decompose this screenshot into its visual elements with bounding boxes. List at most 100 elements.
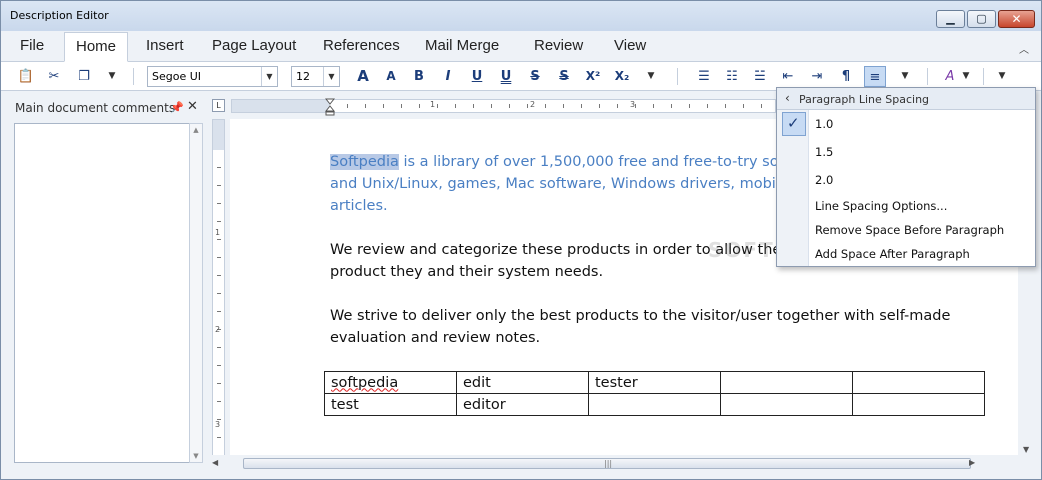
shrink-font-icon[interactable]: A — [380, 66, 402, 87]
vertical-ruler[interactable]: 1 2 3 — [212, 119, 225, 464]
ruler-number: 1 — [430, 100, 436, 109]
comments-list[interactable] — [14, 123, 194, 463]
styles-icon[interactable]: A — [939, 66, 961, 87]
chevron-down-icon[interactable]: ▼ — [323, 67, 339, 86]
superscript-button[interactable]: X² — [582, 66, 604, 87]
table-cell[interactable]: tester — [588, 371, 721, 394]
ruler-number: 3 — [630, 100, 636, 109]
line-spacing-button[interactable]: ≡ — [864, 66, 886, 87]
table-cell[interactable] — [588, 393, 721, 416]
separator — [677, 68, 678, 85]
selected-text[interactable]: Softpedia — [330, 154, 399, 170]
table-cell[interactable]: test — [324, 393, 457, 416]
bullets-icon[interactable]: ☰ — [693, 66, 715, 87]
ruler-ticks — [330, 100, 775, 112]
menu-item-add-space-after[interactable]: Add Space After Paragraph — [815, 247, 970, 261]
tab-mail-merge[interactable]: Mail Merge — [414, 32, 510, 62]
selected-indicator: ✓ — [782, 112, 806, 136]
paragraph-dropdown-icon[interactable]: ▼ — [898, 66, 912, 87]
maximize-icon: ▢ — [976, 12, 987, 25]
comments-scrollbar[interactable]: ▲ ▼ — [189, 123, 203, 463]
toolbar-overflow-icon[interactable]: ▼ — [995, 66, 1009, 87]
table-cell[interactable] — [720, 371, 853, 394]
scrollbar-thumb[interactable]: ||| — [243, 458, 971, 469]
tab-references[interactable]: References — [312, 32, 411, 62]
comments-pane-title: Main document comments — [15, 101, 176, 115]
table-cell[interactable]: softpedia — [324, 371, 457, 394]
horizontal-scrollbar[interactable]: ◀ ||| ▶ — [209, 455, 1019, 472]
scroll-right-icon[interactable]: ▶ — [969, 458, 975, 467]
ruler-number: 2 — [215, 325, 221, 334]
clipboard-dropdown-icon[interactable]: ▼ — [105, 66, 119, 87]
document-table[interactable]: softpedia edit tester test editor — [324, 371, 985, 416]
bold-button[interactable]: B — [408, 66, 430, 87]
styles-dropdown-icon[interactable]: ▼ — [959, 66, 973, 87]
font-name-combo[interactable]: Segoe UI ▼ — [147, 66, 278, 87]
numbering-icon[interactable]: ☷ — [721, 66, 743, 87]
table-cell[interactable]: editor — [456, 393, 589, 416]
scroll-down-icon[interactable]: ▼ — [190, 452, 202, 460]
copy-icon[interactable]: ❐ — [73, 66, 95, 87]
font-size-combo[interactable]: 12 ▼ — [291, 66, 340, 87]
minimize-button[interactable]: ▁ — [936, 10, 965, 28]
title-bar: Description Editor ▁ ▢ ✕ — [1, 1, 1041, 31]
menu-item-spacing-1-5[interactable]: 1.5 — [815, 145, 833, 159]
chevron-left-icon[interactable]: ‹ — [785, 91, 790, 105]
table-row: softpedia edit tester — [324, 371, 985, 394]
table-row: test editor — [324, 393, 985, 416]
menu-item-spacing-2-0[interactable]: 2.0 — [815, 173, 833, 187]
table-cell[interactable] — [852, 371, 985, 394]
ruler-number: 2 — [530, 100, 536, 109]
maximize-button[interactable]: ▢ — [967, 10, 996, 28]
misspelled-word[interactable]: softpedia — [331, 375, 398, 391]
close-icon[interactable]: ✕ — [187, 99, 198, 114]
chevron-down-icon[interactable]: ▼ — [261, 67, 277, 86]
indent-marker-icon[interactable] — [325, 98, 335, 116]
multilevel-list-icon[interactable]: ☱ — [749, 66, 771, 87]
scroll-up-icon[interactable]: ▲ — [190, 126, 202, 134]
menu-header[interactable]: ‹ Paragraph Line Spacing — [777, 88, 1035, 110]
increase-indent-icon[interactable]: ⇥ — [806, 66, 828, 87]
paste-icon[interactable]: 📋 — [15, 66, 37, 87]
subscript-button[interactable]: X₂ — [611, 66, 633, 87]
menu-item-remove-space-before[interactable]: Remove Space Before Paragraph — [815, 223, 1004, 237]
paragraph-3-line-1: We strive to deliver only the best produ… — [330, 308, 951, 324]
menu-item-line-spacing-options[interactable]: Line Spacing Options... — [815, 199, 947, 213]
table-cell[interactable] — [852, 393, 985, 416]
close-button[interactable]: ✕ — [998, 10, 1035, 28]
ruler-number: 3 — [215, 420, 221, 429]
tab-home[interactable]: Home — [64, 32, 129, 62]
minimize-icon: ▁ — [946, 12, 955, 25]
tab-page-layout[interactable]: Page Layout — [201, 32, 307, 62]
strikethrough-button[interactable]: S — [524, 66, 546, 87]
paragraph-1-line-2: and Unix/Linux, games, Mac software, Win… — [330, 176, 803, 192]
collapse-ribbon-icon[interactable]: ︿ — [1019, 41, 1029, 56]
double-strikethrough-button[interactable]: S — [553, 66, 575, 87]
tab-insert[interactable]: Insert — [135, 32, 195, 62]
tab-review[interactable]: Review — [523, 32, 594, 62]
decrease-indent-icon[interactable]: ⇤ — [777, 66, 799, 87]
grow-font-icon[interactable]: A — [352, 66, 374, 87]
comments-pane-header: Main document comments 📌 ✕ — [9, 97, 204, 119]
pin-icon[interactable]: 📌 — [170, 101, 184, 114]
scroll-left-icon[interactable]: ◀ — [212, 458, 218, 467]
underline-button[interactable]: U — [466, 66, 488, 87]
menu-item-spacing-1-0[interactable]: 1.0 — [815, 117, 833, 131]
table-cell[interactable]: edit — [456, 371, 589, 394]
separator — [927, 68, 928, 85]
double-underline-button[interactable]: U — [495, 66, 517, 87]
checkmark-icon: ✓ — [787, 114, 800, 132]
horizontal-ruler[interactable]: 1 2 3 — [231, 99, 776, 113]
paragraph-1-line-3: articles. — [330, 198, 388, 214]
show-marks-button[interactable]: ¶ — [835, 66, 857, 87]
cut-icon[interactable]: ✂ — [43, 66, 65, 87]
ruler-number: 1 — [215, 228, 221, 237]
tab-file[interactable]: File — [9, 32, 55, 62]
tab-stop-selector[interactable]: L — [212, 99, 225, 112]
table-cell[interactable] — [720, 393, 853, 416]
comments-pane: Main document comments 📌 ✕ ▲ ▼ — [9, 97, 204, 473]
italic-button[interactable]: I — [437, 66, 459, 87]
tab-view[interactable]: View — [603, 32, 657, 62]
scroll-down-icon[interactable]: ▼ — [1023, 445, 1029, 454]
font-dropdown-icon[interactable]: ▼ — [644, 66, 658, 87]
